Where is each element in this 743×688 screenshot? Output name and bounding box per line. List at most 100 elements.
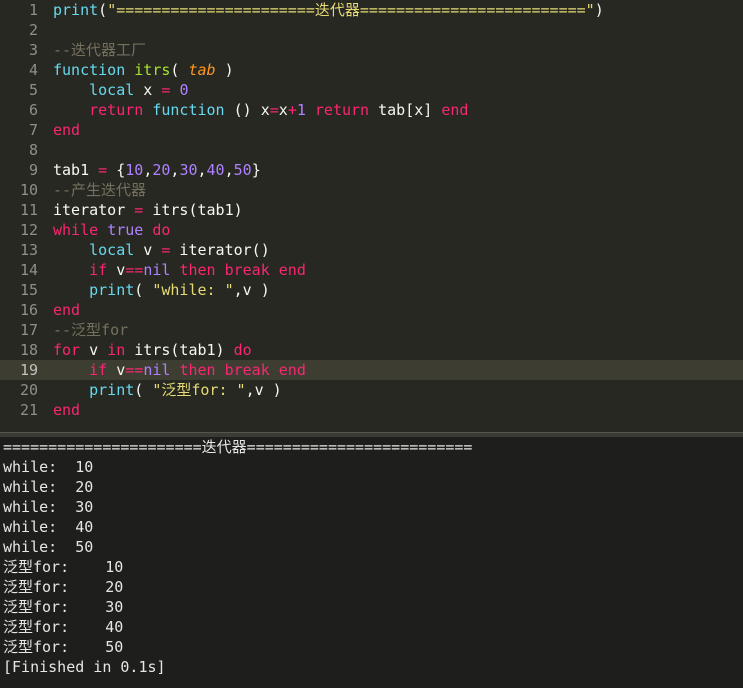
code-text: function itrs( tab ) xyxy=(53,60,234,80)
code-text: for v in itrs(tab1) do xyxy=(53,340,252,360)
output-line: 泛型for: 20 xyxy=(3,578,124,596)
code-token: function xyxy=(152,101,225,119)
code-token: tab xyxy=(188,61,216,79)
output-line: 泛型for: 30 xyxy=(3,598,124,616)
code-line[interactable]: 2 xyxy=(0,20,743,40)
code-token: iterator xyxy=(53,201,135,219)
build-output-panel[interactable]: ======================迭代器===============… xyxy=(0,437,743,688)
output-line: while: 50 xyxy=(3,538,94,556)
code-token: 10 xyxy=(125,161,144,179)
code-line[interactable]: 6 return function () x=x+1 return tab[x]… xyxy=(0,100,743,120)
output-line: while: 40 xyxy=(3,518,94,536)
code-token: { xyxy=(107,161,126,179)
output-line: 泛型for: 50 xyxy=(3,638,124,656)
code-line[interactable]: 20 print( "泛型for: ",v ) xyxy=(0,380,743,400)
code-token: ) xyxy=(594,1,604,19)
code-token: local xyxy=(89,81,135,99)
code-token: 1 xyxy=(296,101,306,119)
code-token: end xyxy=(53,121,81,139)
code-token: for xyxy=(53,341,81,359)
code-token: = xyxy=(269,101,279,119)
line-number: 19 xyxy=(19,361,38,379)
code-token: nil xyxy=(143,261,171,279)
code-token: function xyxy=(53,61,126,79)
line-number: 17 xyxy=(19,321,38,339)
code-token: v xyxy=(107,261,126,279)
code-line[interactable]: 11 iterator = itrs(tab1) xyxy=(0,200,743,220)
code-token: = xyxy=(98,161,108,179)
code-token: ( xyxy=(134,281,153,299)
code-token: then xyxy=(179,361,216,379)
code-token: print xyxy=(89,281,135,299)
code-text: if v==nil then break end xyxy=(53,360,306,380)
code-line[interactable]: 8 xyxy=(0,140,743,160)
code-token: nil xyxy=(143,361,171,379)
code-text: iterator = itrs(tab1) xyxy=(53,200,243,220)
line-number: 1 xyxy=(28,1,38,19)
line-number: 15 xyxy=(19,281,38,299)
code-line[interactable]: 4 function itrs( tab ) xyxy=(0,60,743,80)
code-text: end xyxy=(53,120,80,140)
code-token: , xyxy=(143,161,153,179)
code-line[interactable]: 10 --产生迭代器 xyxy=(0,180,743,200)
output-line: while: 30 xyxy=(3,498,94,516)
code-token: then xyxy=(179,261,216,279)
code-token: } xyxy=(251,161,261,179)
code-line[interactable]: 17 --泛型for xyxy=(0,320,743,340)
code-text: print("======================迭代器========… xyxy=(53,0,604,20)
code-text: --泛型for xyxy=(53,320,128,340)
code-line[interactable]: 7 end xyxy=(0,120,743,140)
line-number: 10 xyxy=(19,181,38,199)
line-number: 18 xyxy=(19,341,38,359)
code-line[interactable]: 19 if v==nil then break end xyxy=(0,360,743,380)
code-line[interactable]: 13 local v = iterator() xyxy=(0,240,743,260)
code-token: ( xyxy=(134,381,153,399)
code-token: ( xyxy=(170,61,189,79)
code-text: tab1 = {10,20,30,40,50} xyxy=(53,160,261,180)
code-token: ) xyxy=(215,61,234,79)
code-text: return function () x=x+1 return tab[x] e… xyxy=(53,100,468,120)
code-line[interactable]: 1 print("======================迭代器=======… xyxy=(0,0,743,20)
output-line: while: 10 xyxy=(3,458,94,476)
code-token: 30 xyxy=(179,161,198,179)
code-token: in xyxy=(107,341,126,359)
line-number: 7 xyxy=(28,121,38,139)
code-line[interactable]: 14 if v==nil then break end xyxy=(0,260,743,280)
code-line[interactable]: 16 end xyxy=(0,300,743,320)
line-number: 4 xyxy=(28,61,38,79)
code-token: while xyxy=(53,221,99,239)
output-line: while: 20 xyxy=(3,478,94,496)
code-text: local x = 0 xyxy=(53,80,188,100)
code-token: print xyxy=(53,1,99,19)
code-token: do xyxy=(152,221,171,239)
code-text: print( "while: ",v ) xyxy=(53,280,270,300)
code-text: --产生迭代器 xyxy=(53,180,146,200)
code-token: print xyxy=(89,381,135,399)
code-text: while true do xyxy=(53,220,170,240)
code-line[interactable]: 9 tab1 = {10,20,30,40,50} xyxy=(0,160,743,180)
code-line[interactable]: 18 for v in itrs(tab1) do xyxy=(0,340,743,360)
code-token: == xyxy=(125,261,144,279)
code-line[interactable]: 21 end xyxy=(0,400,743,420)
code-token: "泛型for: " xyxy=(152,381,246,399)
code-token: ( xyxy=(98,1,108,19)
code-token: return xyxy=(314,101,370,119)
code-line[interactable]: 3 --迭代器工厂 xyxy=(0,40,743,60)
code-line[interactable]: 5 local x = 0 xyxy=(0,80,743,100)
code-token: itrs xyxy=(134,61,171,79)
code-editor[interactable]: 1 print("======================迭代器=======… xyxy=(0,0,743,432)
code-token: () x xyxy=(224,101,270,119)
line-number: 11 xyxy=(19,201,38,219)
code-line[interactable]: 12 while true do xyxy=(0,220,743,240)
code-line[interactable]: 15 print( "while: ",v ) xyxy=(0,280,743,300)
code-token: 40 xyxy=(206,161,225,179)
code-text: end xyxy=(53,400,80,420)
line-number: 5 xyxy=(28,81,38,99)
